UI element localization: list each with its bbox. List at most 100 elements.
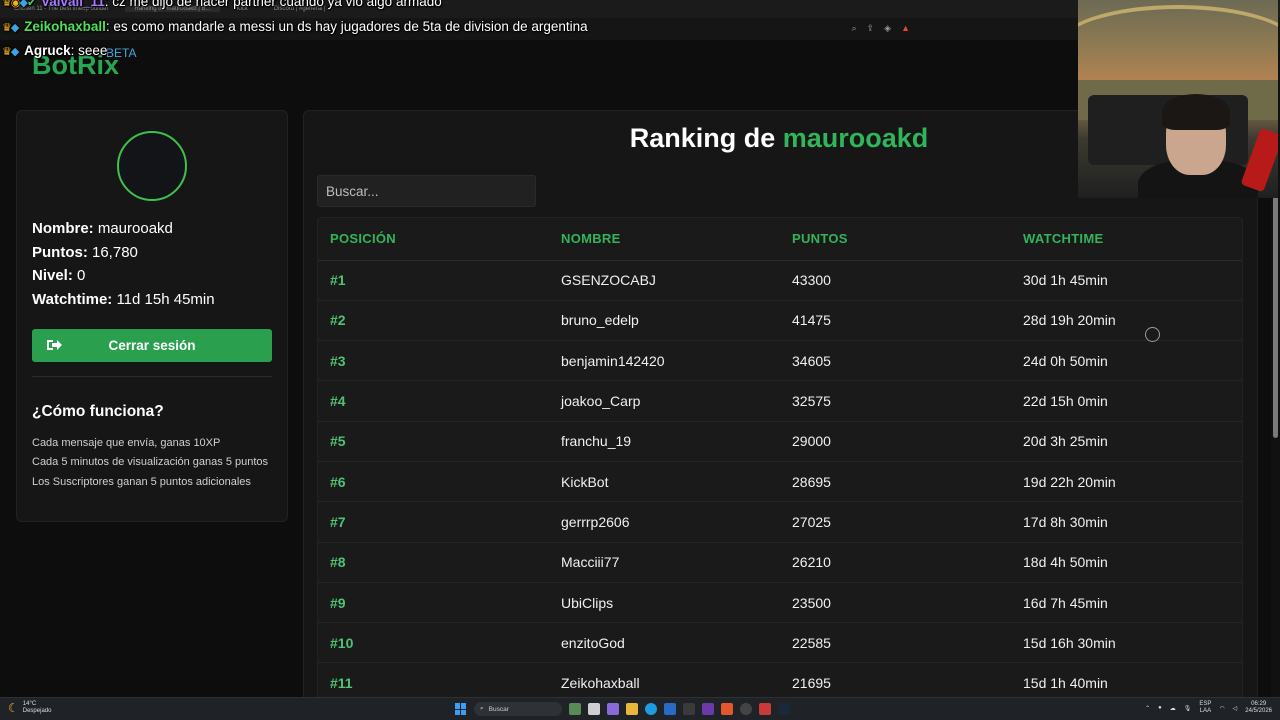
- header-watchtime[interactable]: WATCHTIME: [1011, 218, 1242, 261]
- clock[interactable]: 06:29 24/5/2026: [1245, 701, 1272, 715]
- header-position[interactable]: POSICIÓN: [318, 218, 549, 261]
- title-prefix: Ranking de: [629, 123, 776, 153]
- zoom-icon[interactable]: ⌕: [852, 23, 857, 34]
- language-bottom: LAA: [1199, 708, 1212, 714]
- crown-icon: ♛: [2, 22, 12, 34]
- rank-watchtime: 17d 8h 30min: [1011, 501, 1242, 543]
- recording-app-icon[interactable]: [759, 703, 771, 715]
- microphone-icon[interactable]: 🎙: [1184, 705, 1192, 712]
- how-it-works-item: Los Suscriptores ganan 5 puntos adiciona…: [32, 475, 251, 488]
- weather-text: 14°C Despejado: [23, 701, 52, 715]
- table-row: #7 gerrrp2606 27025 17d 8h 30min: [318, 501, 1242, 543]
- shield-icon: ◆: [10, 46, 20, 58]
- header-points[interactable]: PUNTOS: [780, 218, 1011, 261]
- streamer-hair: [1162, 94, 1230, 130]
- how-it-works-list: Cada mensaje que envía, ganas 10XP Cada …: [32, 434, 268, 492]
- beta-badge: BETA: [106, 46, 137, 60]
- rank-position: #10: [318, 622, 549, 664]
- rank-username: franchu_19: [549, 421, 780, 462]
- moon-icon: ☾: [8, 701, 19, 715]
- app-icon-mm[interactable]: [702, 703, 714, 715]
- table-row: #10 enzitoGod 22585 15d 16h 30min: [318, 622, 1242, 664]
- brave-shield-icon[interactable]: ◈: [884, 23, 891, 34]
- chat-text: es como mandarle a messi un ds hay jugad…: [113, 19, 588, 34]
- profile-card: Nombre: maurooakd Puntos: 16,780 Nivel: …: [16, 110, 288, 522]
- rank-watchtime: 15d 16h 30min: [1011, 622, 1242, 664]
- header-name[interactable]: NOMBRE: [549, 218, 780, 261]
- windows-start-icon[interactable]: [455, 703, 467, 715]
- profile-name-label: Nombre:: [32, 220, 94, 237]
- file-explorer-icon[interactable]: [626, 703, 638, 715]
- rank-points: 28695: [780, 461, 1011, 503]
- profile-level-value: 0: [77, 267, 86, 285]
- rank-watchtime: 30d 1h 45min: [1011, 260, 1242, 301]
- rank-position: #1: [318, 260, 549, 301]
- brave-icon[interactable]: [721, 703, 733, 715]
- table-header-row: POSICIÓN NOMBRE PUNTOS WATCHTIME: [318, 218, 1242, 261]
- edge-icon[interactable]: [645, 703, 657, 715]
- rank-watchtime: 24d 0h 50min: [1011, 340, 1242, 382]
- wifi-icon[interactable]: ◠: [1219, 705, 1224, 712]
- tray-app-icon[interactable]: ●: [1158, 705, 1162, 711]
- store-icon[interactable]: [664, 703, 676, 715]
- rank-position: #8: [318, 542, 549, 583]
- chat-username: Zeikohaxball: [24, 19, 106, 34]
- widgets-icon[interactable]: [569, 703, 581, 715]
- windows-taskbar: ☾ 14°C Despejado ⌕ Buscar ⌃ ● ☁ 🎙 ESP LA…: [0, 697, 1280, 720]
- table-row: #5 franchu_19 29000 20d 3h 25min: [318, 421, 1242, 462]
- search-input[interactable]: [317, 175, 536, 207]
- rank-points: 29000: [780, 421, 1011, 462]
- rank-username: KickBot: [549, 461, 780, 503]
- search-icon: ⌕: [480, 705, 484, 712]
- ranking-panel: Ranking de maurooakd POSICIÓN NOMBRE PUN…: [303, 110, 1258, 720]
- verified-icon: ✔: [26, 0, 36, 9]
- volume-icon[interactable]: ◁: [1233, 705, 1238, 712]
- profile-level-label: Nivel:: [32, 267, 73, 285]
- rank-points: 23500: [780, 582, 1011, 624]
- rank-watchtime: 22d 15h 0min: [1011, 380, 1242, 422]
- profile-points-row: Puntos: 16,780: [32, 241, 215, 265]
- channel-owner: maurooakd: [782, 123, 929, 153]
- rank-username: joakoo_Carp: [549, 380, 780, 422]
- taskbar-apps: ⌕ Buscar: [455, 702, 790, 716]
- weather-desc: Despejado: [22, 708, 52, 714]
- browser-toolbar-icons: ⌕ ⇪ ◈ ▲: [852, 23, 910, 34]
- language-indicator[interactable]: ESP LAA: [1199, 701, 1211, 715]
- language-top: ESP: [1199, 701, 1212, 707]
- rank-points: 34605: [780, 340, 1011, 382]
- rank-position: #2: [318, 300, 549, 342]
- rank-username: UbiClips: [549, 582, 780, 624]
- rank-watchtime: 19d 22h 20min: [1011, 461, 1242, 503]
- chat-badges: ♛◆: [2, 45, 20, 58]
- rank-points: 22585: [780, 622, 1011, 664]
- table-row: #6 KickBot 28695 19d 22h 20min: [318, 461, 1242, 503]
- chevron-up-icon[interactable]: ⌃: [1145, 705, 1150, 712]
- task-view-icon[interactable]: [588, 703, 600, 715]
- chat-message: ♛◉◆✔ Valvall_11: cz me dijo de hacer par…: [2, 0, 442, 9]
- steam-icon[interactable]: [778, 703, 790, 715]
- teams-icon[interactable]: [607, 703, 619, 715]
- taskbar-search-label: Buscar: [488, 705, 509, 713]
- share-icon[interactable]: ⇪: [867, 23, 875, 34]
- rank-position: #3: [318, 340, 549, 382]
- brave-rewards-icon[interactable]: ▲: [901, 23, 910, 34]
- obs-icon[interactable]: [740, 703, 752, 715]
- chat-text: cz me dijo de hacer partner cuando ya vi…: [112, 0, 442, 9]
- profile-level-row: Nivel: 0: [32, 264, 215, 288]
- taskbar-search[interactable]: ⌕ Buscar: [474, 702, 562, 716]
- profile-name-row: Nombre: maurooakd: [32, 217, 215, 241]
- rank-position: #6: [318, 461, 549, 503]
- rank-points: 27025: [780, 501, 1011, 543]
- rank-position: #9: [318, 582, 549, 624]
- app-icon-fe[interactable]: [683, 703, 695, 715]
- weather-widget[interactable]: ☾ 14°C Despejado: [8, 701, 51, 715]
- onedrive-icon[interactable]: ☁: [1170, 705, 1176, 712]
- profile-info: Nombre: maurooakd Puntos: 16,780 Nivel: …: [32, 217, 215, 312]
- table-row: #1 GSENZOCABJ 43300 30d 1h 45min: [318, 260, 1242, 301]
- chat-badges: ♛◉◆✔: [2, 0, 36, 9]
- table-row: #9 UbiClips 23500 16d 7h 45min: [318, 582, 1242, 624]
- crown-icon: ♛: [2, 0, 12, 9]
- logout-button[interactable]: Cerrar sesión: [32, 329, 272, 362]
- rank-position: #4: [318, 380, 549, 422]
- rank-username: benjamin142420: [549, 340, 780, 382]
